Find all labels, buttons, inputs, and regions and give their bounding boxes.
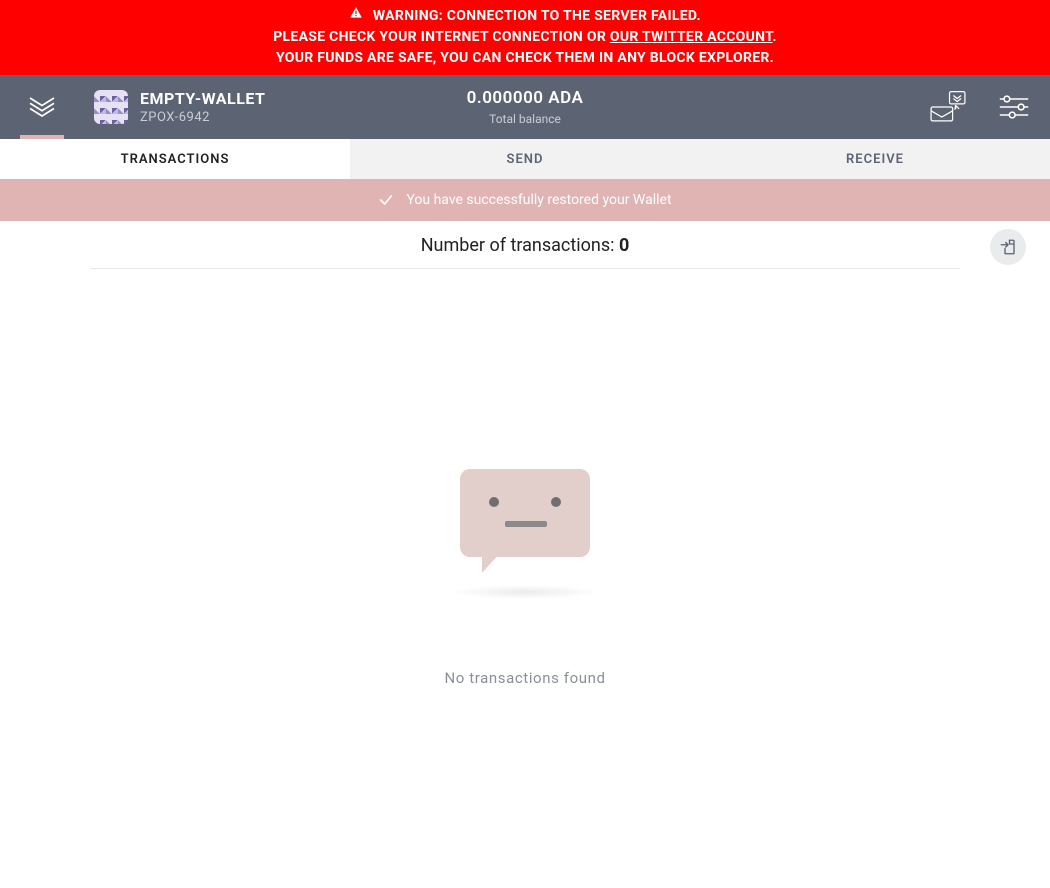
divider — [90, 268, 960, 269]
wallet-labels: EMPTY-WALLET ZPOX-6942 — [140, 89, 265, 125]
wallet-identicon — [94, 90, 128, 124]
balance-amount: 0.000000 ADA — [467, 88, 584, 108]
twitter-account-link[interactable]: OUR TWITTER ACCOUNT — [610, 29, 773, 45]
export-transactions-button[interactable] — [990, 229, 1026, 265]
wallet-plate-id: ZPOX-6942 — [140, 110, 265, 125]
tab-receive[interactable]: RECEIVE — [700, 139, 1050, 179]
empty-state-text: No transactions found — [444, 669, 605, 687]
app-logo-button[interactable] — [20, 85, 64, 129]
tab-transactions[interactable]: TRANSACTIONS — [0, 139, 350, 179]
balance-block: 0.000000 ADA Total balance — [467, 88, 584, 126]
tab-send[interactable]: SEND — [350, 139, 700, 179]
delegation-icon — [928, 88, 968, 126]
restore-success-text: You have successfully restored your Wall… — [406, 192, 671, 208]
transaction-count-label: Number of transactions: — [421, 235, 619, 256]
wallet-tabs: TRANSACTIONS SEND RECEIVE — [0, 139, 1050, 179]
yoroi-logo-icon — [27, 92, 57, 122]
connection-warning-banner: WARNING: CONNECTION TO THE SERVER FAILED… — [0, 0, 1050, 75]
warning-triangle-icon — [349, 6, 363, 27]
warning-line-3: YOUR FUNDS ARE SAFE, YOU CAN CHECK THEM … — [20, 48, 1030, 69]
delegation-button[interactable] — [928, 88, 968, 126]
top-bar: EMPTY-WALLET ZPOX-6942 0.000000 ADA Tota… — [0, 75, 1050, 139]
settings-icon — [998, 93, 1030, 121]
transaction-count-value: 0 — [619, 235, 629, 256]
check-icon — [378, 192, 394, 208]
transaction-count-row: Number of transactions: 0 — [0, 221, 1050, 268]
warning-line-1: WARNING: CONNECTION TO THE SERVER FAILED… — [373, 8, 701, 24]
warning-line-2-suffix: . — [772, 29, 776, 45]
balance-label: Total balance — [467, 112, 584, 126]
empty-state-shadow — [450, 585, 600, 599]
empty-state: No transactions found — [0, 469, 1050, 687]
empty-state-illustration — [460, 469, 590, 557]
export-file-icon — [999, 238, 1017, 256]
transaction-count-text: Number of transactions: 0 — [421, 235, 630, 256]
restore-success-notice: You have successfully restored your Wall… — [0, 179, 1050, 221]
settings-button[interactable] — [998, 93, 1030, 121]
wallet-name: EMPTY-WALLET — [140, 89, 265, 108]
warning-line-2-prefix: PLEASE CHECK YOUR INTERNET CONNECTION OR — [273, 29, 610, 45]
